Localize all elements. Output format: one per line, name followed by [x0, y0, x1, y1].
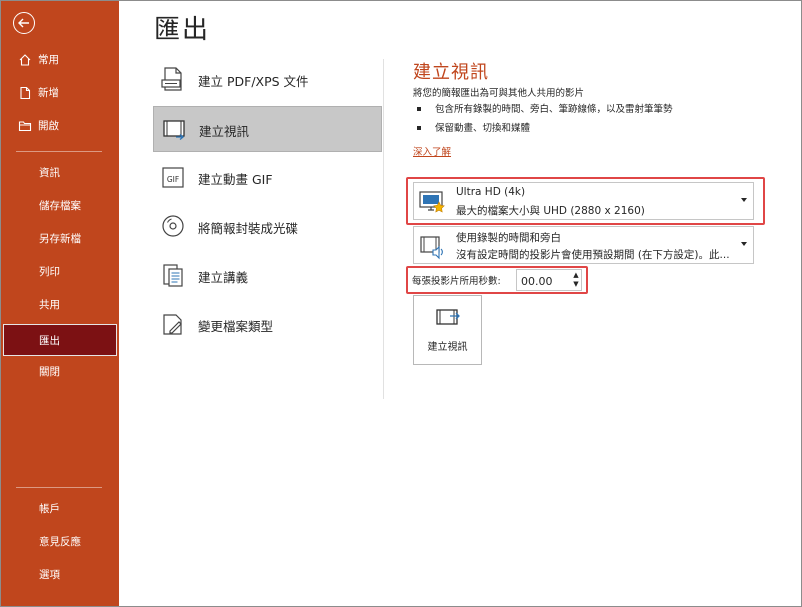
sidebar-item-save[interactable]: 儲存檔案: [1, 190, 119, 222]
chevron-down-icon: [741, 242, 747, 246]
export-option-label: 建立 PDF/XPS 文件: [198, 74, 309, 89]
export-option-handouts[interactable]: 建立講義: [153, 253, 382, 299]
bullet-text: 包含所有錄製的時間、旁白、筆跡線條，以及雷射筆筆勢: [435, 104, 673, 115]
sidebar-item-share[interactable]: 共用: [1, 289, 119, 321]
sidebar-item-label: 關閉: [39, 366, 60, 378]
sidebar-item-open[interactable]: 開啟: [1, 110, 119, 142]
sidebar-item-info[interactable]: 資訊: [1, 157, 119, 189]
sidebar-item-options[interactable]: 選項: [1, 559, 119, 591]
page-title: 匯出: [154, 15, 211, 45]
export-option-label: 建立講義: [198, 270, 249, 285]
export-option-label: 建立視訊: [199, 124, 250, 139]
create-video-button-label: 建立視訊: [427, 342, 468, 353]
create-video-button[interactable]: 建立視訊: [413, 295, 482, 365]
export-option-change-type[interactable]: 變更檔案類型: [153, 302, 382, 348]
seconds-per-slide-label: 每張投影片所用秒數:: [412, 276, 501, 287]
export-option-pdf[interactable]: 建立 PDF/XPS 文件: [153, 57, 382, 103]
bullet-text: 保留動畫、切換和媒體: [435, 123, 531, 134]
backstage-sidebar: 常用 新增 開啟 資訊 儲存檔案 另存新檔 列印 共用 匯出 關閉 帳戶 意見反…: [1, 1, 119, 606]
learn-more-link[interactable]: 深入了解: [413, 144, 451, 158]
video-icon: [163, 120, 185, 140]
export-option-label: 將簡報封裝成光碟: [198, 221, 299, 236]
spin-up-icon[interactable]: ▲: [572, 271, 580, 279]
spin-down-icon[interactable]: ▼: [572, 280, 580, 288]
bullet-icon: [417, 106, 421, 111]
sidebar-item-label: 共用: [39, 299, 60, 311]
section-description: 將您的簡報匯出為可與其他人共用的影片: [413, 88, 585, 99]
sidebar-item-print[interactable]: 列印: [1, 256, 119, 288]
section-title: 建立視訊: [413, 62, 489, 83]
column-divider: [383, 59, 384, 399]
sidebar-item-label: 匯出: [39, 335, 60, 347]
timings-subtitle: 沒有設定時間的投影片會使用預設期間 (在下方設定)。此...: [456, 249, 730, 261]
bullet-item: 保留動畫、切換和媒體: [417, 120, 530, 134]
sidebar-item-account[interactable]: 帳戶: [1, 493, 119, 525]
change-file-type-icon: [163, 314, 182, 335]
open-folder-icon: [18, 121, 32, 132]
sidebar-divider: [16, 151, 102, 152]
sidebar-item-save-as[interactable]: 另存新檔: [1, 223, 119, 255]
sidebar-item-label: 常用: [38, 54, 59, 66]
sidebar-item-new[interactable]: 新增: [1, 77, 119, 109]
export-option-label: 建立動畫 GIF: [198, 172, 273, 187]
backstage-window: 常用 新增 開啟 資訊 儲存檔案 另存新檔 列印 共用 匯出 關閉 帳戶 意見反…: [0, 0, 802, 607]
sidebar-item-label: 選項: [39, 569, 60, 581]
sidebar-item-label: 開啟: [38, 120, 59, 132]
timings-title: 使用錄製的時間和旁白: [456, 232, 561, 244]
video-icon: [436, 309, 460, 325]
highlight-box-quality: [406, 177, 765, 225]
export-option-gif[interactable]: GIF 建立動畫 GIF: [153, 155, 382, 201]
sidebar-item-label: 儲存檔案: [39, 200, 81, 212]
sidebar-divider: [16, 487, 102, 488]
export-option-package-cd[interactable]: 將簡報封裝成光碟: [153, 204, 382, 250]
pdf-document-icon: [161, 67, 182, 91]
sidebar-item-label: 意見反應: [39, 536, 81, 548]
sidebar-item-label: 資訊: [39, 167, 60, 179]
svg-text:GIF: GIF: [167, 175, 179, 184]
export-option-video[interactable]: 建立視訊: [153, 106, 382, 152]
bullet-icon: [417, 125, 421, 130]
sidebar-item-home[interactable]: 常用: [1, 44, 119, 76]
bullet-item: 包含所有錄製的時間、旁白、筆跡線條，以及雷射筆筆勢: [417, 101, 673, 115]
back-button[interactable]: [13, 12, 35, 34]
sidebar-item-label: 帳戶: [39, 503, 60, 515]
sidebar-item-feedback[interactable]: 意見反應: [1, 526, 119, 558]
sidebar-item-label: 另存新檔: [39, 233, 81, 245]
back-arrow-icon: [18, 18, 29, 28]
gif-icon: GIF: [162, 167, 184, 188]
home-icon: [19, 54, 31, 66]
new-file-icon: [20, 86, 31, 100]
handout-icon: [163, 264, 183, 287]
export-option-label: 變更檔案類型: [198, 319, 274, 334]
sidebar-item-label: 新增: [38, 87, 59, 99]
sidebar-item-label: 列印: [39, 266, 60, 278]
cd-icon: [162, 215, 184, 237]
timings-dropdown[interactable]: 使用錄製的時間和旁白 沒有設定時間的投影片會使用預設期間 (在下方設定)。此..…: [413, 226, 754, 264]
sidebar-item-export[interactable]: 匯出: [3, 324, 117, 356]
video-narration-icon: [420, 236, 443, 260]
sidebar-item-close[interactable]: 關閉: [1, 356, 119, 388]
